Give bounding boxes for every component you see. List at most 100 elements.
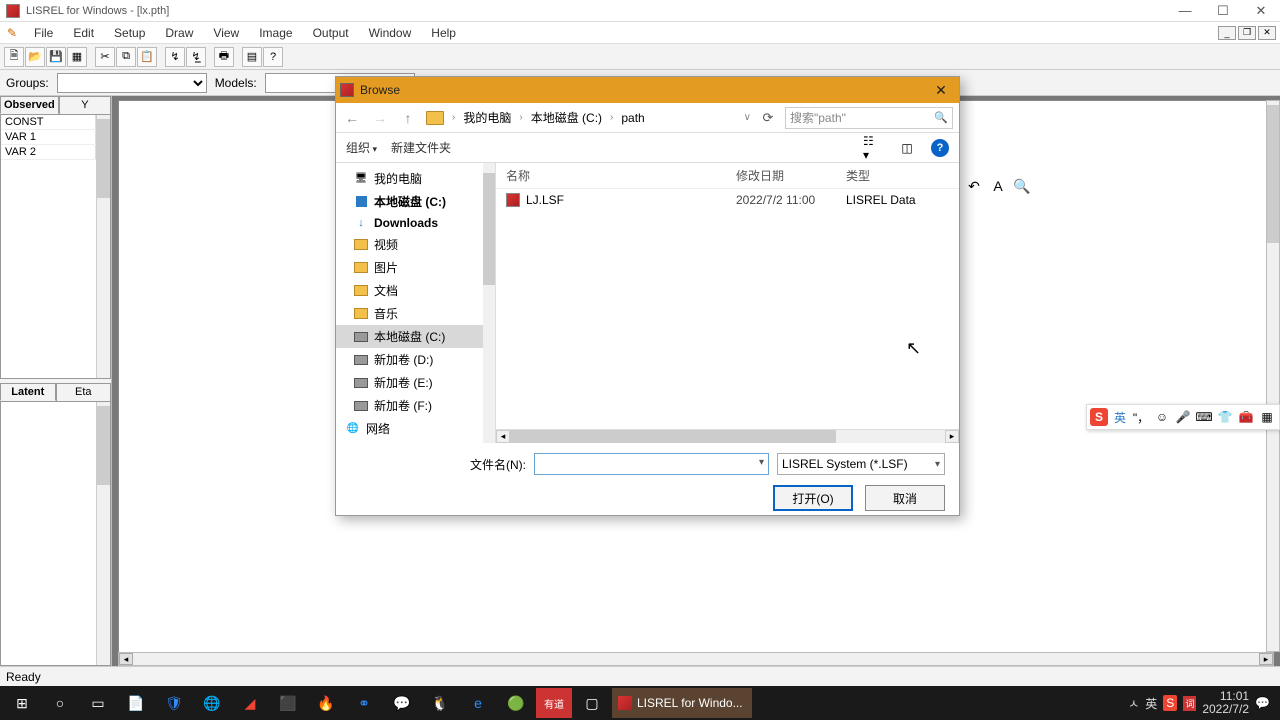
new-folder-button[interactable]: 新建文件夹: [391, 139, 451, 156]
preview-pane-button[interactable]: ◫: [897, 139, 917, 157]
app-icon[interactable]: 有道: [536, 688, 572, 718]
tray-caret-icon[interactable]: ㅅ: [1128, 695, 1139, 712]
doc-restore-button[interactable]: ❐: [1238, 26, 1256, 40]
tray-lang[interactable]: 英: [1145, 695, 1157, 712]
menu-window[interactable]: Window: [359, 24, 422, 42]
column-headers[interactable]: 名称 修改日期 类型: [496, 163, 959, 189]
organize-menu[interactable]: 组织: [346, 139, 377, 156]
help-button[interactable]: ?: [931, 139, 949, 157]
menu-edit[interactable]: Edit: [63, 24, 104, 42]
tool-cut-icon[interactable]: ✂: [95, 47, 115, 67]
tab-observed[interactable]: Observed: [0, 96, 59, 114]
shield-icon[interactable]: 🛡: [156, 688, 192, 718]
forward-button[interactable]: →: [370, 109, 390, 127]
vertical-scrollbar[interactable]: [1266, 100, 1280, 652]
search-input[interactable]: 搜索"path"🔍: [785, 107, 953, 129]
tool-print-icon[interactable]: 🖶: [214, 47, 234, 67]
menu-setup[interactable]: Setup: [104, 24, 155, 42]
app-icon[interactable]: ▢: [574, 688, 610, 718]
ime-emoji-icon[interactable]: ☺: [1153, 408, 1171, 426]
taskbar-app-lisrel[interactable]: LISREL for Windo...: [612, 688, 752, 718]
zoom-icon[interactable]: 🔍: [1012, 176, 1032, 196]
ime-menu-icon[interactable]: ▦: [1258, 408, 1276, 426]
menu-image[interactable]: Image: [249, 24, 302, 42]
open-button[interactable]: 打开(O): [773, 485, 853, 511]
ime-keyboard-icon[interactable]: ⌨: [1195, 408, 1213, 426]
up-button[interactable]: ↑: [398, 109, 418, 127]
wechat-icon[interactable]: 💬: [384, 688, 420, 718]
groups-select[interactable]: [57, 73, 207, 93]
tray-app-icon[interactable]: 词: [1183, 696, 1196, 711]
tab-latent[interactable]: Latent: [0, 383, 56, 401]
tool-copy-icon[interactable]: ⧉: [116, 47, 136, 67]
undo-icon[interactable]: ↶: [964, 176, 984, 196]
sogou-icon[interactable]: S: [1090, 408, 1108, 426]
tool-save-icon[interactable]: 💾: [46, 47, 66, 67]
dialog-close-button[interactable]: ✕: [927, 80, 955, 100]
tab-y[interactable]: Y: [59, 96, 111, 114]
col-date[interactable]: 修改日期: [736, 167, 846, 184]
system-tray[interactable]: ㅅ 英 S 词 11:01 2022/7/2 💬: [1128, 690, 1276, 716]
tool-open-icon[interactable]: 📂: [25, 47, 45, 67]
menu-draw[interactable]: Draw: [155, 24, 203, 42]
notifications-icon[interactable]: 💬: [1255, 696, 1270, 710]
tool-run1-icon[interactable]: ↯: [165, 47, 185, 67]
app-icon[interactable]: ⚭: [346, 688, 382, 718]
app-icon[interactable]: ⬛: [270, 688, 306, 718]
folder-tree[interactable]: 我的电脑 本地磁盘 (C:) Downloads 视频 图片 文档 音乐 本地磁…: [336, 163, 496, 443]
tool-saveall-icon[interactable]: ▦: [67, 47, 87, 67]
tab-eta[interactable]: Eta: [56, 383, 112, 401]
cancel-button[interactable]: 取消: [865, 485, 945, 511]
maximize-button[interactable]: ☐: [1204, 0, 1242, 22]
ime-lang-icon[interactable]: 英: [1111, 408, 1129, 426]
tool-help-icon[interactable]: ?: [263, 47, 283, 67]
app-icon[interactable]: ◢: [232, 688, 268, 718]
menu-output[interactable]: Output: [303, 24, 359, 42]
text-icon[interactable]: A: [988, 176, 1008, 196]
ime-toolbox-icon[interactable]: 🧰: [1237, 408, 1255, 426]
view-mode-button[interactable]: ☷ ▾: [863, 139, 883, 157]
breadcrumb[interactable]: 本地磁盘 (C:): [531, 109, 602, 126]
chrome-icon[interactable]: 🟢: [498, 688, 534, 718]
cortana-icon[interactable]: ○: [42, 688, 78, 718]
file-hscroll[interactable]: ◂▸: [496, 429, 959, 443]
col-type[interactable]: 类型: [846, 167, 870, 184]
refresh-button[interactable]: ⟳: [759, 109, 777, 127]
scrollbar[interactable]: [96, 402, 110, 665]
ie-icon[interactable]: e: [460, 688, 496, 718]
col-name[interactable]: 名称: [506, 167, 736, 184]
doc-close-button[interactable]: ✕: [1258, 26, 1276, 40]
dialog-titlebar[interactable]: Browse ✕: [336, 77, 959, 103]
tool-run2-icon[interactable]: ↯̲: [186, 47, 206, 67]
app-icon[interactable]: 🐧: [422, 688, 458, 718]
breadcrumb[interactable]: 我的电脑: [463, 109, 511, 126]
back-button[interactable]: ←: [342, 109, 362, 127]
menu-view[interactable]: View: [203, 24, 249, 42]
app-icon[interactable]: 🔥: [308, 688, 344, 718]
tray-sogou-icon[interactable]: S: [1163, 695, 1177, 711]
ime-voice-icon[interactable]: 🎤: [1174, 408, 1192, 426]
breadcrumb[interactable]: path: [621, 111, 644, 125]
menu-file[interactable]: File: [24, 24, 63, 42]
filetype-filter[interactable]: LISREL System (*.LSF): [777, 453, 945, 475]
tool-new-icon[interactable]: 🗎: [4, 47, 24, 67]
filename-input[interactable]: [534, 453, 769, 475]
ime-punct-icon[interactable]: "，: [1132, 408, 1150, 426]
close-button[interactable]: ✕: [1242, 0, 1280, 22]
clock[interactable]: 11:01 2022/7/2: [1202, 690, 1249, 716]
tool-paste-icon[interactable]: 📋: [137, 47, 157, 67]
browser-icon[interactable]: 🌐: [194, 688, 230, 718]
minimize-button[interactable]: —: [1166, 0, 1204, 22]
doc-minimize-button[interactable]: _: [1218, 26, 1236, 40]
file-row[interactable]: LJ.LSF 2022/7/2 11:00 LISREL Data: [496, 189, 959, 211]
ime-skin-icon[interactable]: 👕: [1216, 408, 1234, 426]
taskview-icon[interactable]: ▭: [80, 688, 116, 718]
menu-help[interactable]: Help: [421, 24, 466, 42]
start-button[interactable]: ⊞: [4, 688, 40, 718]
ime-toolbar[interactable]: S 英 "， ☺ 🎤 ⌨ 👕 🧰 ▦: [1086, 404, 1280, 430]
scrollbar[interactable]: [96, 115, 110, 378]
horizontal-scrollbar[interactable]: ◂▸: [118, 652, 1274, 666]
scrollbar[interactable]: [483, 163, 495, 443]
tool-data-icon[interactable]: ▤: [242, 47, 262, 67]
explorer-icon[interactable]: 📄: [118, 688, 154, 718]
